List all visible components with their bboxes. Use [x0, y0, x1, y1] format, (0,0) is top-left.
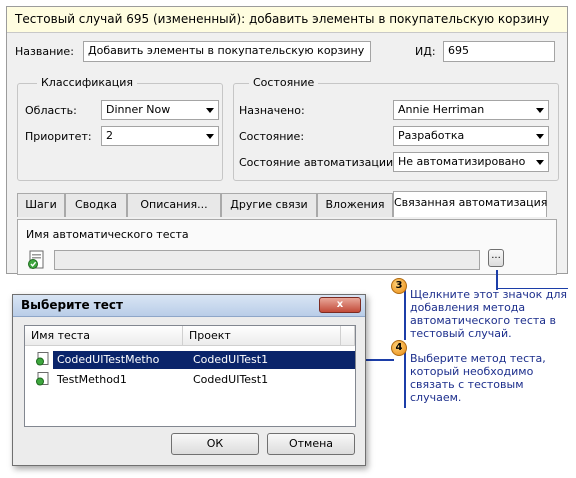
automation-status-label: Состояние автоматизации: [239, 156, 397, 169]
table-row[interactable]: TestMethod1 CodedUITest1 [53, 371, 355, 389]
id-field[interactable]: 695 [443, 41, 555, 62]
cancel-button[interactable]: Отмена [267, 433, 355, 455]
tab-summary[interactable]: Сводка [65, 193, 127, 217]
callout-4-text: Выберите метод теста, который необходимо… [410, 352, 546, 404]
priority-value: 2 [106, 129, 113, 142]
callout-4-badge: 4 [391, 340, 407, 356]
classification-title: Классификация [37, 76, 138, 89]
state-label: Состояние: [239, 130, 305, 143]
automation-status-value: Не автоматизировано [398, 155, 526, 168]
chevron-down-icon [206, 134, 214, 139]
callout-3-connector [496, 270, 498, 290]
name-label: Название: [15, 45, 74, 58]
tab-descriptions[interactable]: Описания... [127, 193, 221, 217]
column-header-project[interactable]: Проект [183, 326, 341, 346]
test-method-icon [35, 352, 49, 366]
area-combo[interactable]: Dinner Now [101, 100, 219, 120]
tab-other-links[interactable]: Другие связи [221, 193, 317, 217]
dialog-titlebar[interactable]: Выберите тест x [13, 295, 365, 317]
automation-status-combo[interactable]: Не автоматизировано [393, 152, 549, 172]
dialog-title: Выберите тест [21, 298, 123, 312]
browse-test-button[interactable]: ... [488, 249, 504, 267]
chevron-down-icon [206, 108, 214, 113]
tab-attachments[interactable]: Вложения [317, 193, 393, 217]
area-label: Область: [25, 104, 77, 117]
column-header-test-name[interactable]: Имя теста [25, 326, 183, 346]
area-value: Dinner Now [106, 103, 171, 116]
close-icon: x [336, 299, 344, 310]
column-header-filler [341, 326, 355, 346]
callout-3-text: Щелкните этот значок для добавления мето… [410, 288, 567, 340]
dialog-close-button[interactable]: x [319, 297, 361, 313]
tab-steps[interactable]: Шаги [17, 193, 65, 217]
assigned-value: Annie Herriman [398, 103, 485, 116]
status-title: Состояние [249, 76, 319, 89]
table-row[interactable]: CodedUITestMetho CodedUITest1 [53, 351, 355, 369]
state-value: Разработка [398, 129, 465, 142]
row-project: CodedUITest1 [193, 353, 269, 366]
test-method-icon [35, 372, 49, 386]
assigned-label: Назначено: [239, 104, 305, 117]
row-project: CodedUITest1 [193, 373, 269, 386]
state-combo[interactable]: Разработка [393, 126, 549, 146]
auto-test-name-field [54, 250, 480, 270]
tab-associated-automation[interactable]: Связанная автоматизация [393, 191, 547, 217]
callout-3-badge: 3 [391, 278, 407, 294]
auto-test-name-label: Имя автоматического теста [26, 228, 189, 241]
assigned-combo[interactable]: Annie Herriman [393, 100, 549, 120]
test-method-icon [26, 250, 46, 270]
test-case-title: Тестовый случай 695 (измененный): добави… [7, 7, 567, 33]
id-label: ИД: [415, 45, 436, 58]
ok-button[interactable]: ОК [171, 433, 259, 455]
priority-combo[interactable]: 2 [101, 126, 219, 146]
callout-4-bar [404, 348, 406, 408]
chevron-down-icon [536, 134, 544, 139]
priority-label: Приоритет: [25, 130, 92, 143]
callout-3-bar [404, 288, 406, 340]
chevron-down-icon [536, 108, 544, 113]
test-case-form: Тестовый случай 695 (измененный): добави… [6, 6, 568, 275]
associated-automation-panel: Имя автоматического теста ... [17, 219, 557, 275]
test-list: Имя теста Проект CodedUITestMetho CodedU… [24, 325, 356, 427]
chevron-down-icon [536, 160, 544, 165]
row-test-name: TestMethod1 [57, 373, 127, 386]
select-test-dialog: Выберите тест x Имя теста Проект CodedUI… [12, 294, 366, 466]
row-test-name: CodedUITestMetho [57, 353, 160, 366]
name-field[interactable]: Добавить элементы в покупательскую корзи… [83, 41, 371, 62]
